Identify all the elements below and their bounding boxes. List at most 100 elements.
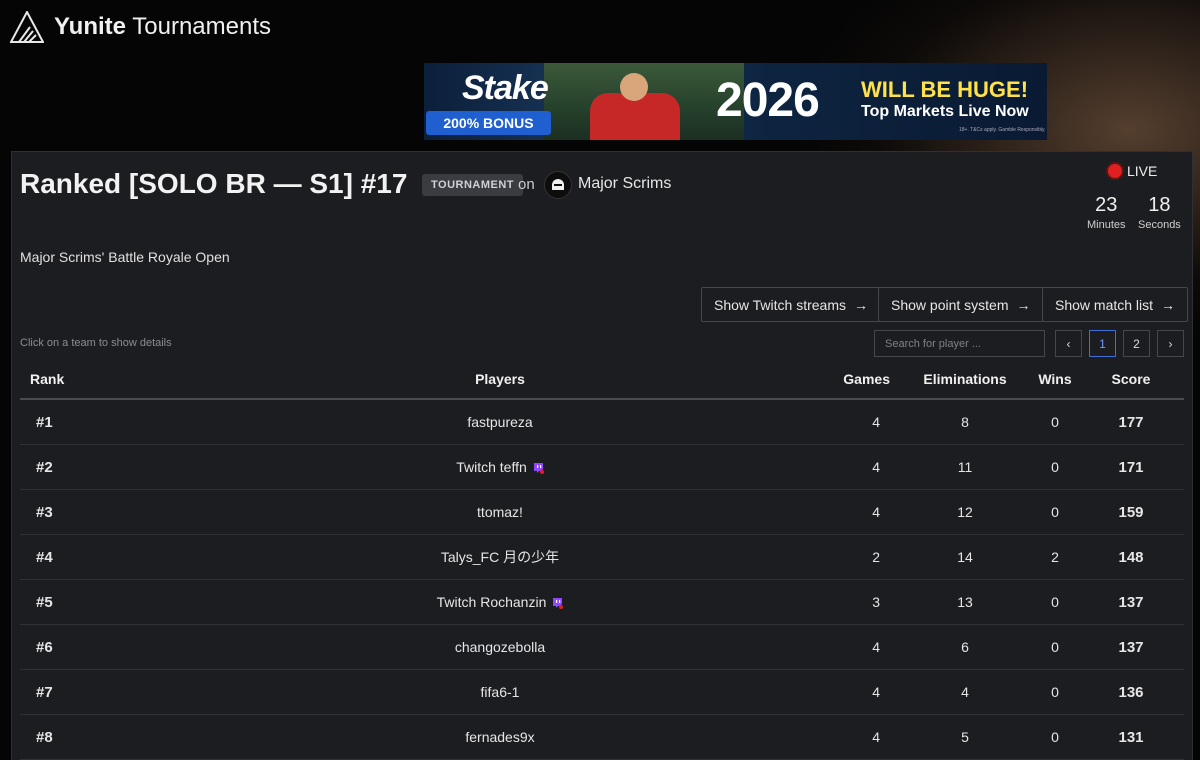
top-bar: Yunite Tournaments — [10, 10, 271, 44]
page-title: Ranked [SOLO BR — S1] #17 — [20, 168, 408, 199]
player-search-input[interactable] — [874, 330, 1045, 357]
wins-cell-text: 0 — [1051, 639, 1059, 655]
wins-cell-text: 0 — [1051, 459, 1059, 475]
leaderboard-table: Rank Players Games Eliminations Wins Sco… — [20, 360, 1184, 760]
ad-player-head — [620, 73, 648, 101]
table-body: #1 fastpureza 4 8 0 177 #2 Twitch teffn 4 11 0 171 #… — [20, 400, 1184, 760]
player-cell-text: Twitch Rochanzin — [436, 594, 547, 610]
wins-cell-text: 0 — [1051, 729, 1059, 745]
brand-rest: Tournaments — [132, 13, 271, 40]
live-indicator: LIVE — [1108, 163, 1157, 179]
score-cell: 137 — [1078, 594, 1184, 611]
games-cell-text: 4 — [872, 459, 880, 475]
table-row[interactable]: #7 fifa6-1 4 4 0 136 — [20, 670, 1184, 715]
header-wins[interactable]: Wins — [1032, 371, 1078, 387]
eliminations-cell: 6 — [898, 639, 1032, 655]
score-cell: 177 — [1078, 414, 1184, 431]
pagination-page-1[interactable]: 1 — [1089, 330, 1116, 357]
player-cell-text: Twitch teffn — [456, 459, 527, 475]
eliminations-cell: 11 — [898, 459, 1032, 475]
player-cell: Twitch Rochanzin — [220, 594, 780, 610]
score-cell-text: 171 — [1118, 458, 1144, 476]
show-point-system-label: Show point system — [891, 296, 1009, 313]
games-cell-text: 4 — [872, 729, 880, 745]
eliminations-cell-text: 8 — [961, 414, 969, 430]
player-cell-text: fernades9x — [465, 729, 535, 745]
rank-cell: #1 — [20, 414, 220, 431]
table-row[interactable]: #2 Twitch teffn 4 11 0 171 — [20, 445, 1184, 490]
table-row[interactable]: #1 fastpureza 4 8 0 177 — [20, 400, 1184, 445]
twitch-live-icon[interactable] — [552, 597, 564, 609]
games-cell: 2 — [780, 549, 898, 565]
table-row[interactable]: #8 fernades9x 4 5 0 131 — [20, 715, 1184, 760]
player-cell-text: fastpureza — [467, 414, 533, 430]
tournament-subtitle: Major Scrims' Battle Royale Open — [20, 249, 230, 265]
wins-cell: 0 — [1032, 639, 1078, 655]
ad-stake-logo: Stake — [462, 69, 549, 107]
wins-cell: 0 — [1032, 459, 1078, 475]
twitch-live-icon[interactable] — [533, 462, 544, 474]
wins-cell-text: 2 — [1051, 549, 1059, 565]
player-cell-text: fifa6-1 — [480, 684, 520, 700]
table-row[interactable]: #5 Twitch Rochanzin 3 13 0 137 — [20, 580, 1184, 625]
games-cell-text: 4 — [872, 684, 880, 700]
show-match-list-button[interactable]: Show match list → — [1042, 287, 1189, 322]
pagination-page-2[interactable]: 2 — [1123, 330, 1150, 357]
header-players[interactable]: Players — [220, 371, 780, 387]
header-games[interactable]: Games — [780, 371, 898, 387]
score-cell-text: 136 — [1118, 683, 1144, 701]
games-cell: 4 — [780, 729, 898, 745]
player-cell: ttomaz! — [220, 504, 780, 520]
table-row[interactable]: #4 Talys_FC 月の少年 2 14 2 148 — [20, 535, 1184, 580]
games-cell: 4 — [780, 459, 898, 475]
eliminations-cell-text: 13 — [957, 594, 973, 610]
timer-minutes: 23 Minutes — [1087, 194, 1126, 231]
score-cell-text: 137 — [1118, 593, 1144, 611]
rank-cell: #2 — [20, 459, 220, 476]
live-dot-icon — [1108, 164, 1122, 178]
rank-cell: #7 — [20, 684, 220, 701]
organizer-name[interactable]: Major Scrims — [578, 175, 671, 193]
eliminations-cell-text: 12 — [957, 504, 973, 520]
wins-cell: 0 — [1032, 594, 1078, 610]
minutes-label: Minutes — [1087, 219, 1126, 231]
show-match-list-label: Show match list — [1055, 296, 1154, 313]
player-cell: Twitch teffn — [220, 459, 780, 475]
organizer-logo-icon[interactable] — [544, 171, 572, 199]
seconds-label: Seconds — [1138, 219, 1181, 231]
pagination-next-button[interactable]: › — [1157, 330, 1184, 357]
table-row[interactable]: #3 ttomaz! 4 12 0 159 — [20, 490, 1184, 535]
yunite-logo-icon[interactable] — [10, 11, 44, 43]
eliminations-cell: 4 — [898, 684, 1032, 700]
show-point-system-button[interactable]: Show point system → — [878, 287, 1044, 322]
tournament-tag: TOURNAMENT — [422, 174, 524, 196]
player-cell-text: changozebolla — [454, 639, 546, 655]
minutes-value: 23 — [1095, 194, 1118, 216]
score-cell: 171 — [1078, 459, 1184, 476]
ad-fine-print: 18+. T&Cs apply. Gamble Responsibly. — [959, 127, 1046, 133]
table-row[interactable]: #6 changozebolla 4 6 0 137 — [20, 625, 1184, 670]
brand-name[interactable]: Yunite Tournaments — [54, 13, 271, 41]
header-rank[interactable]: Rank — [20, 371, 220, 387]
player-cell: fastpureza — [220, 414, 780, 430]
ad-banner[interactable]: Stake 200% BONUS 2026 WILL BE HUGE! Top … — [424, 63, 1047, 140]
rank-cell-text: #5 — [36, 593, 53, 611]
rank-cell: #8 — [20, 729, 220, 746]
ad-year: 2026 — [716, 74, 820, 127]
rank-cell-text: #7 — [36, 683, 53, 701]
pagination-prev-button[interactable]: ‹ — [1055, 330, 1082, 357]
player-cell-text: Talys_FC 月の少年 — [440, 549, 560, 565]
eliminations-cell-text: 6 — [961, 639, 969, 655]
eliminations-cell: 8 — [898, 414, 1032, 430]
eliminations-cell: 13 — [898, 594, 1032, 610]
show-twitch-streams-button[interactable]: Show Twitch streams → — [701, 287, 882, 322]
eliminations-cell-text: 4 — [961, 684, 969, 700]
wins-cell: 0 — [1032, 729, 1078, 745]
header-eliminations[interactable]: Eliminations — [898, 371, 1032, 387]
header-score[interactable]: Score — [1078, 371, 1184, 387]
score-cell-text: 148 — [1118, 548, 1144, 566]
on-label: on — [518, 176, 535, 193]
show-twitch-streams-label: Show Twitch streams — [714, 296, 847, 313]
wins-cell-text: 0 — [1051, 684, 1059, 700]
brand-bold: Yunite — [54, 13, 127, 40]
